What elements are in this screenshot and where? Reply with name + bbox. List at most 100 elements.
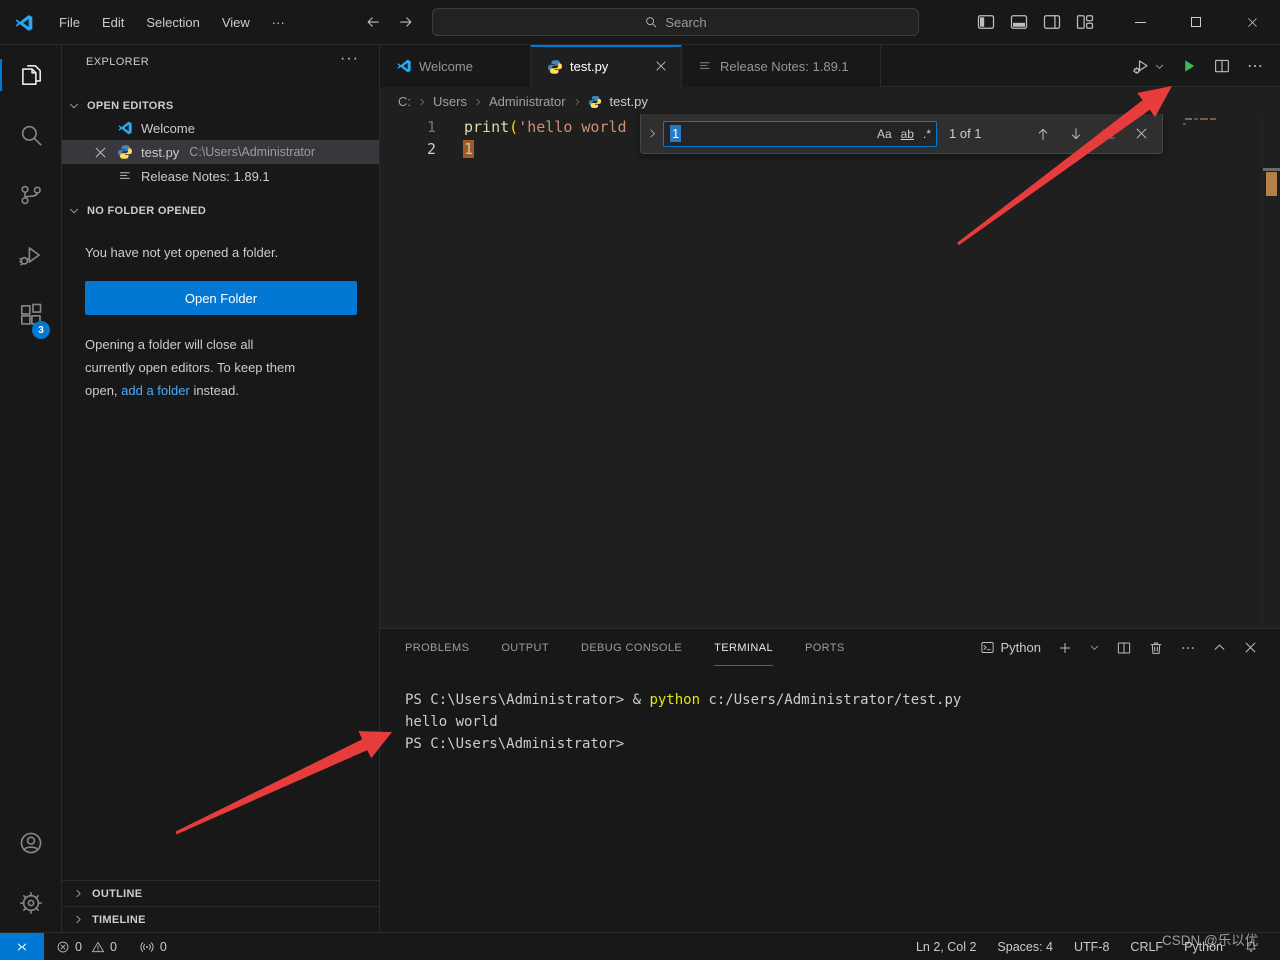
toggle-panel-icon[interactable]	[1009, 12, 1029, 32]
activitybar-search[interactable]	[0, 105, 62, 165]
activitybar-source-control[interactable]	[0, 165, 62, 225]
close-panel-icon[interactable]	[1243, 640, 1258, 655]
activitybar-extensions[interactable]: 3	[0, 285, 62, 345]
open-editor-welcome[interactable]: Welcome	[62, 116, 379, 140]
activitybar-explorer[interactable]	[0, 45, 62, 105]
tab-welcome[interactable]: Welcome	[380, 45, 531, 87]
minimap[interactable]	[1180, 116, 1262, 628]
panel-tab-terminal[interactable]: TERMINAL	[714, 630, 773, 666]
code-editor[interactable]: 1print('hello world 21	[380, 116, 1280, 628]
activitybar-account[interactable]	[0, 813, 62, 873]
open-folder-button[interactable]: Open Folder	[85, 281, 357, 315]
no-folder-header[interactable]: NO FOLDER OPENED	[62, 200, 380, 222]
vscode-logo-icon	[14, 13, 34, 33]
back-arrow-icon[interactable]	[364, 13, 382, 31]
vscode-logo-icon	[117, 120, 133, 136]
errors-icon[interactable]	[56, 940, 70, 954]
more-actions-icon[interactable]	[1246, 57, 1264, 75]
overview-ruler	[1262, 116, 1280, 628]
maximize-button[interactable]	[1168, 0, 1224, 44]
ports-count[interactable]: 0	[160, 940, 167, 954]
activitybar-settings-gear[interactable]	[0, 873, 62, 933]
errors-count[interactable]: 0	[75, 940, 82, 954]
match-case-icon[interactable]: Aa	[877, 127, 892, 141]
panel-tab-output[interactable]: OUTPUT	[501, 629, 549, 666]
find-query: 1	[670, 125, 681, 142]
warnings-icon[interactable]	[91, 940, 105, 954]
find-results-count: 1 of 1	[949, 126, 995, 141]
python-icon	[588, 95, 602, 109]
chevron-down-icon[interactable]	[1089, 642, 1100, 653]
command-center-search[interactable]: Search	[432, 8, 919, 36]
ruler-cursor-marker	[1263, 168, 1280, 171]
activitybar-run-debug[interactable]	[0, 225, 62, 285]
vscode-logo-icon	[396, 58, 412, 74]
indentation[interactable]: Spaces: 4	[997, 940, 1053, 954]
toggle-sidebar-icon[interactable]	[976, 12, 996, 32]
next-match-icon[interactable]	[1068, 126, 1084, 142]
open-editors-header[interactable]: OPEN EDITORS	[62, 95, 380, 117]
panel: PROBLEMS OUTPUT DEBUG CONSOLE TERMINAL P…	[380, 628, 1280, 932]
terminal-shell-indicator[interactable]: Python	[980, 640, 1041, 655]
menu-view[interactable]: View	[211, 15, 261, 30]
ruler-find-marker	[1266, 172, 1277, 196]
menu-file[interactable]: File	[48, 15, 91, 30]
whole-word-icon[interactable]: ab	[901, 127, 914, 141]
close-button[interactable]	[1224, 0, 1280, 44]
warnings-count[interactable]: 0	[110, 940, 117, 954]
new-terminal-icon[interactable]	[1057, 640, 1073, 656]
close-tab-icon[interactable]	[654, 59, 668, 73]
outline-section-header[interactable]: OUTLINE	[62, 880, 380, 906]
eol-sequence[interactable]: CRLF	[1130, 940, 1163, 954]
breadcrumb-users[interactable]: Users	[433, 94, 467, 109]
split-terminal-icon[interactable]	[1116, 640, 1132, 656]
panel-tab-debug-console[interactable]: DEBUG CONSOLE	[581, 629, 682, 666]
menu-edit[interactable]: Edit	[91, 15, 135, 30]
terminal-output[interactable]: PS C:\Users\Administrator> & python c:/U…	[405, 689, 961, 755]
previous-match-icon[interactable]	[1035, 126, 1051, 142]
timeline-section-header[interactable]: TIMELINE	[62, 906, 380, 932]
regex-icon[interactable]: .*	[923, 127, 931, 141]
split-editor-icon[interactable]	[1213, 57, 1231, 75]
code-line-1: print('hello world	[464, 116, 627, 138]
panel-tab-ports[interactable]: PORTS	[805, 629, 845, 666]
tab-release-notes[interactable]: Release Notes: 1.89.1	[682, 45, 881, 87]
more-actions-icon[interactable]	[1180, 640, 1196, 656]
run-python-icon	[1132, 57, 1151, 76]
minimize-button[interactable]	[1112, 0, 1168, 44]
run-python-dropdown[interactable]	[1132, 57, 1165, 76]
line-number: 2	[380, 138, 436, 160]
run-file-button[interactable]	[1180, 57, 1198, 75]
chevron-right-icon	[472, 96, 484, 108]
vscode-window: File Edit Selection View ··· Search	[0, 0, 1280, 960]
add-folder-link[interactable]: add a folder	[121, 383, 190, 398]
open-editor-testpy[interactable]: test.py C:\Users\Administrator	[62, 140, 379, 164]
maximize-panel-icon[interactable]	[1212, 640, 1227, 655]
open-editor-release-notes[interactable]: Release Notes: 1.89.1	[62, 164, 379, 188]
breadcrumb-drive[interactable]: C:	[398, 94, 411, 109]
chevron-right-icon	[646, 127, 659, 140]
close-icon[interactable]	[93, 145, 108, 160]
remote-indicator[interactable]	[0, 933, 44, 960]
find-in-selection-icon[interactable]	[1101, 126, 1117, 142]
toggle-secondary-sidebar-icon[interactable]	[1042, 12, 1062, 32]
editor-area: Welcome test.py Release Notes: 1.89.1	[380, 45, 1280, 932]
ports-icon[interactable]	[139, 939, 155, 955]
panel-tab-problems[interactable]: PROBLEMS	[405, 629, 469, 666]
kill-terminal-icon[interactable]	[1148, 640, 1164, 656]
chevron-right-icon	[416, 96, 428, 108]
close-find-icon[interactable]	[1134, 126, 1149, 141]
encoding[interactable]: UTF-8	[1074, 940, 1109, 954]
breadcrumb-administrator[interactable]: Administrator	[489, 94, 566, 109]
find-input[interactable]: 1 Aa ab .*	[663, 121, 937, 147]
forward-arrow-icon[interactable]	[397, 13, 415, 31]
tab-testpy[interactable]: test.py	[531, 45, 682, 88]
customize-layout-icon[interactable]	[1075, 12, 1095, 32]
find-widget-expand[interactable]	[641, 127, 663, 140]
cursor-position[interactable]: Ln 2, Col 2	[916, 940, 976, 954]
breadcrumb-file[interactable]: test.py	[610, 94, 648, 109]
chevron-down-icon	[1154, 61, 1165, 72]
menu-more[interactable]: ···	[261, 15, 296, 30]
menu-selection[interactable]: Selection	[135, 15, 210, 30]
sidebar-more-actions[interactable]: ···	[340, 50, 359, 68]
